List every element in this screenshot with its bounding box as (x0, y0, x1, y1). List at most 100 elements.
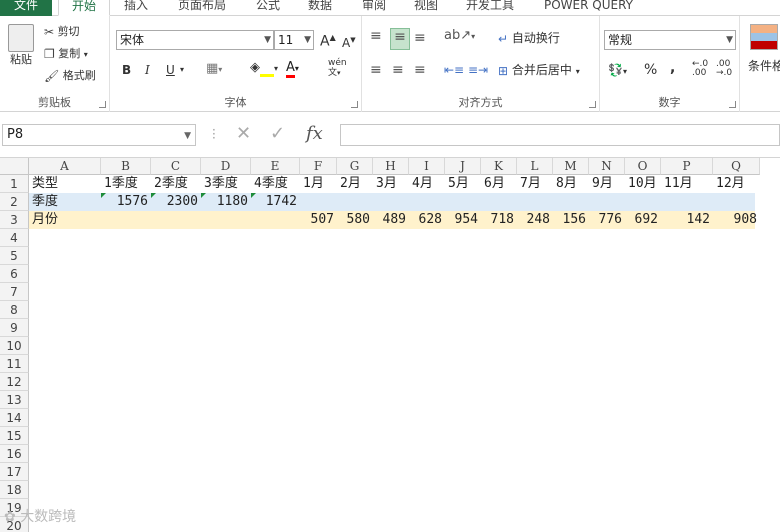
column-header-n[interactable]: N (589, 158, 625, 175)
font-color-button[interactable]: A▾ (286, 60, 299, 78)
tab-home[interactable]: 开始 (58, 0, 110, 16)
cell-i1[interactable]: 4月 (409, 175, 445, 193)
cell-o3[interactable]: 692 (625, 211, 661, 229)
row-header-14[interactable]: 14 (0, 409, 29, 427)
font-size-select[interactable]: 11 ▼ (274, 30, 314, 50)
cell-f3[interactable]: 507 (300, 211, 337, 229)
row-header-2[interactable]: 2 (0, 193, 29, 211)
cell-c1[interactable]: 2季度 (151, 175, 201, 193)
align-middle-button[interactable]: ≡ (390, 28, 410, 50)
shrink-font-button[interactable]: A▼ (342, 32, 356, 51)
align-left-button[interactable]: ≡ (370, 62, 382, 78)
cell-c2[interactable]: 2300 (151, 193, 201, 211)
tab-developer[interactable]: 开发工具 (460, 0, 520, 16)
format-painter-button[interactable]: 🖌 格式刷 (44, 68, 96, 84)
cell-l1[interactable]: 7月 (517, 175, 553, 193)
column-header-f[interactable]: F (300, 158, 337, 175)
copy-button[interactable]: ❐ 复制 ▾ (44, 46, 88, 63)
row-header-5[interactable]: 5 (0, 247, 29, 265)
row-header-16[interactable]: 16 (0, 445, 29, 463)
column-header-q[interactable]: Q (713, 158, 760, 175)
column-header-m[interactable]: M (553, 158, 589, 175)
cell-b2[interactable]: 1576 (101, 193, 151, 211)
cell-f1[interactable]: 1月 (300, 175, 337, 193)
borders-button[interactable]: ▦▾ (206, 61, 222, 78)
name-box[interactable]: P8 ▼ (2, 124, 196, 146)
tab-review[interactable]: 审阅 (356, 0, 392, 16)
enter-icon[interactable]: ✓ (270, 124, 285, 144)
orientation-button[interactable]: ab↗▾ (444, 28, 475, 45)
row-header-12[interactable]: 12 (0, 373, 29, 391)
underline-dropdown-icon[interactable]: ▾ (180, 62, 184, 78)
cell-g3[interactable]: 580 (337, 211, 373, 229)
column-header-e[interactable]: E (251, 158, 300, 175)
cell-a2[interactable]: 季度 (29, 193, 101, 211)
cell-n1[interactable]: 9月 (589, 175, 625, 193)
wrap-text-button[interactable]: ↵ 自动换行 (498, 30, 560, 47)
select-all-corner[interactable] (0, 158, 29, 175)
cell-k1[interactable]: 6月 (481, 175, 517, 193)
number-launcher-icon[interactable] (729, 101, 736, 108)
increase-indent-button[interactable]: ≡⇥ (468, 62, 488, 78)
cut-button[interactable]: ✂ 剪切 (44, 24, 80, 40)
italic-button[interactable]: I (145, 62, 150, 78)
row-header-4[interactable]: 4 (0, 229, 29, 247)
column-header-o[interactable]: O (625, 158, 661, 175)
row-header-17[interactable]: 17 (0, 463, 29, 481)
cell-n3[interactable]: 776 (589, 211, 625, 229)
row-header-6[interactable]: 6 (0, 265, 29, 283)
row-header-10[interactable]: 10 (0, 337, 29, 355)
error-indicator-icon[interactable] (251, 193, 256, 198)
cell-g1[interactable]: 2月 (337, 175, 373, 193)
column-header-c[interactable]: C (151, 158, 201, 175)
cell-l3[interactable]: 248 (517, 211, 553, 229)
cell-i3[interactable]: 628 (409, 211, 445, 229)
formula-input[interactable] (340, 124, 780, 146)
phonetic-button[interactable]: wén 文▾ (328, 58, 347, 78)
cell-e1[interactable]: 4季度 (251, 175, 300, 193)
row-header-3[interactable]: 3 (0, 211, 29, 229)
cell-e2[interactable]: 1742 (251, 193, 300, 211)
underline-button[interactable]: U (166, 62, 175, 78)
column-header-j[interactable]: J (445, 158, 481, 175)
row-header-11[interactable]: 11 (0, 355, 29, 373)
cancel-icon[interactable]: ✕ (236, 124, 251, 144)
increase-decimal-button[interactable]: ←.0.00 (692, 60, 708, 78)
cell-a1[interactable]: 类型 (29, 175, 101, 193)
cell-m1[interactable]: 8月 (553, 175, 589, 193)
row-header-8[interactable]: 8 (0, 301, 29, 319)
tab-data[interactable]: 数据 (302, 0, 338, 16)
align-top-button[interactable]: ≡ (370, 28, 382, 44)
paste-button[interactable]: 粘贴 (6, 24, 36, 68)
column-header-b[interactable]: B (101, 158, 151, 175)
font-launcher-icon[interactable] (351, 101, 358, 108)
tab-power-query[interactable]: POWER QUERY (538, 0, 639, 16)
column-header-p[interactable]: P (661, 158, 713, 175)
cell-m3[interactable]: 156 (553, 211, 589, 229)
formula-bar-grip-icon[interactable]: · · · (212, 124, 216, 144)
decrease-indent-button[interactable]: ⇤≡ (444, 62, 464, 78)
cell-a3[interactable]: 月份 (29, 211, 101, 229)
alignment-launcher-icon[interactable] (589, 101, 596, 108)
cell-h3[interactable]: 489 (373, 211, 409, 229)
cell-o1[interactable]: 10月 (625, 175, 661, 193)
align-bottom-button[interactable]: ≡ (414, 30, 426, 46)
cell-p1[interactable]: 11月 (661, 175, 713, 193)
clipboard-launcher-icon[interactable] (99, 101, 106, 108)
column-header-a[interactable]: A (29, 158, 101, 175)
column-header-i[interactable]: I (409, 158, 445, 175)
cell-q3[interactable]: 908 (713, 211, 760, 229)
column-header-h[interactable]: H (373, 158, 409, 175)
decrease-decimal-button[interactable]: .00 →.0 (716, 60, 732, 78)
column-header-d[interactable]: D (201, 158, 251, 175)
insert-function-button[interactable]: fx (306, 124, 323, 144)
fill-color-button[interactable]: ◈ ▾ (250, 60, 278, 77)
cell-k3[interactable]: 718 (481, 211, 517, 229)
cell-d1[interactable]: 3季度 (201, 175, 251, 193)
cell-d2[interactable]: 1180 (201, 193, 251, 211)
comma-style-button[interactable]: , (670, 60, 675, 76)
conditional-formatting-button[interactable]: 条件格式 (748, 58, 780, 74)
number-format-select[interactable]: 常规 ▼ (604, 30, 736, 50)
tab-page-layout[interactable]: 页面布局 (172, 0, 232, 16)
cell-b1[interactable]: 1季度 (101, 175, 151, 193)
